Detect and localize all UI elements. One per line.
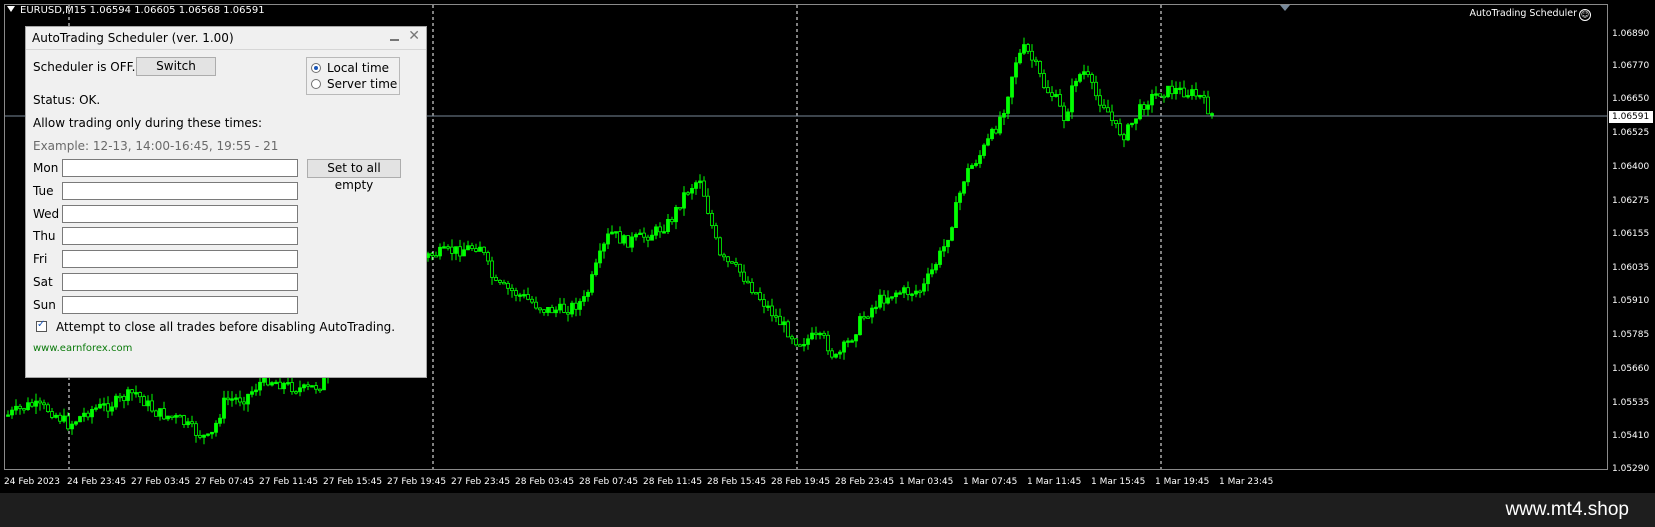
- price-tick: 1.06035: [1612, 263, 1650, 273]
- expert-advisor-label[interactable]: AutoTrading Scheduler ☺: [1469, 8, 1591, 21]
- time-tick: 24 Feb 23:45: [67, 477, 127, 487]
- price-tick: 1.05410: [1612, 431, 1650, 441]
- price-tick: 1.06155: [1612, 229, 1650, 239]
- thu-times-input[interactable]: [62, 227, 298, 245]
- time-tick: 27 Feb 03:45: [131, 477, 191, 487]
- price-tick: 1.05910: [1612, 296, 1650, 306]
- minimize-icon[interactable]: [389, 31, 401, 43]
- dropdown-triangle-icon[interactable]: [7, 6, 15, 12]
- time-tick: 28 Feb 23:45: [835, 477, 895, 487]
- price-tick: 1.06770: [1612, 61, 1650, 71]
- price-tick: 1.05535: [1612, 398, 1650, 408]
- sun-times-input[interactable]: [62, 296, 298, 314]
- close-icon[interactable]: ✕: [408, 29, 420, 43]
- price-tick: 1.06275: [1612, 196, 1650, 206]
- mon-times-input[interactable]: [62, 159, 298, 177]
- chart-area[interactable]: EURUSD,M15 1.06594 1.06605 1.06568 1.065…: [0, 0, 1655, 493]
- sat-times-input[interactable]: [62, 273, 298, 291]
- time-tick: 1 Mar 11:45: [1027, 477, 1082, 487]
- smiley-icon: ☺: [1579, 9, 1591, 21]
- switch-button[interactable]: Switch: [136, 57, 216, 76]
- time-tick: 1 Mar 15:45: [1091, 477, 1146, 487]
- allow-trading-text: Allow trading only during these times:: [33, 116, 263, 130]
- time-tick: 28 Feb 15:45: [707, 477, 767, 487]
- tue-times-input[interactable]: [62, 182, 298, 200]
- day-label-tue: Tue: [33, 184, 54, 198]
- close-trades-checkbox[interactable]: [36, 319, 47, 332]
- day-label-fri: Fri: [33, 252, 48, 266]
- time-tick: 27 Feb 19:45: [387, 477, 447, 487]
- radio-selected-icon[interactable]: [311, 63, 321, 73]
- wed-times-input[interactable]: [62, 205, 298, 223]
- dialog-title: AutoTrading Scheduler (ver. 1.00): [32, 31, 234, 45]
- price-tick: 1.06650: [1612, 94, 1650, 104]
- day-label-sat: Sat: [33, 275, 53, 289]
- price-tick: 1.06400: [1612, 162, 1650, 172]
- time-tick: 1 Mar 19:45: [1155, 477, 1210, 487]
- watermark-text: www.mt4.shop: [1505, 499, 1629, 520]
- symbol-info-text: EURUSD,M15 1.06594 1.06605 1.06568 1.065…: [20, 5, 265, 16]
- scheduler-status-text: Scheduler is OFF.: [33, 60, 136, 74]
- current-price-label: 1.06591: [1609, 111, 1653, 123]
- day-label-mon: Mon: [33, 161, 59, 175]
- time-tick: 1 Mar 03:45: [899, 477, 954, 487]
- price-tick: 1.05785: [1612, 330, 1650, 340]
- time-tick: 28 Feb 07:45: [579, 477, 639, 487]
- time-tick: 27 Feb 15:45: [323, 477, 383, 487]
- close-trades-label: Attempt to close all trades before disab…: [56, 320, 396, 334]
- fri-times-input[interactable]: [62, 250, 298, 268]
- earnforex-link[interactable]: www.earnforex.com: [33, 343, 132, 354]
- time-tick: 1 Mar 07:45: [963, 477, 1018, 487]
- radio-unselected-icon[interactable]: [311, 79, 321, 89]
- radio-server-label: Server time: [327, 77, 398, 91]
- time-tick: 28 Feb 11:45: [643, 477, 703, 487]
- radio-server-time[interactable]: Server time: [311, 77, 397, 91]
- status-text: Status: OK.: [33, 93, 101, 107]
- price-tick: 1.05290: [1612, 464, 1650, 474]
- example-text: Example: 12-13, 14:00-16:45, 19:55 - 21: [33, 139, 279, 153]
- time-mode-group: Local time Server time: [306, 57, 400, 95]
- time-tick: 27 Feb 07:45: [195, 477, 255, 487]
- ea-name: AutoTrading Scheduler: [1469, 8, 1578, 19]
- symbol-info[interactable]: EURUSD,M15 1.06594 1.06605 1.06568 1.065…: [7, 5, 265, 16]
- time-tick: 1 Mar 23:45: [1219, 477, 1274, 487]
- time-tick: 27 Feb 11:45: [259, 477, 319, 487]
- time-tick: 27 Feb 23:45: [451, 477, 511, 487]
- time-tick: 24 Feb 2023: [4, 477, 61, 487]
- footer-bar: www.mt4.shop: [0, 493, 1655, 527]
- price-tick: 1.06525: [1612, 128, 1650, 138]
- day-label-wed: Wed: [33, 207, 60, 221]
- dialog-titlebar[interactable]: AutoTrading Scheduler (ver. 1.00) ✕: [26, 27, 426, 50]
- price-tick: 1.05660: [1612, 364, 1650, 374]
- radio-local-label: Local time: [327, 61, 390, 75]
- set-all-empty-button[interactable]: Set to all empty: [307, 159, 401, 192]
- time-tick: 28 Feb 03:45: [515, 477, 575, 487]
- price-tick: 1.06890: [1612, 29, 1650, 39]
- day-label-sun: Sun: [33, 298, 56, 312]
- radio-local-time[interactable]: Local time: [311, 61, 389, 75]
- time-tick: 28 Feb 19:45: [771, 477, 831, 487]
- day-label-thu: Thu: [33, 229, 56, 243]
- scheduler-dialog[interactable]: AutoTrading Scheduler (ver. 1.00) ✕ Sche…: [25, 26, 427, 378]
